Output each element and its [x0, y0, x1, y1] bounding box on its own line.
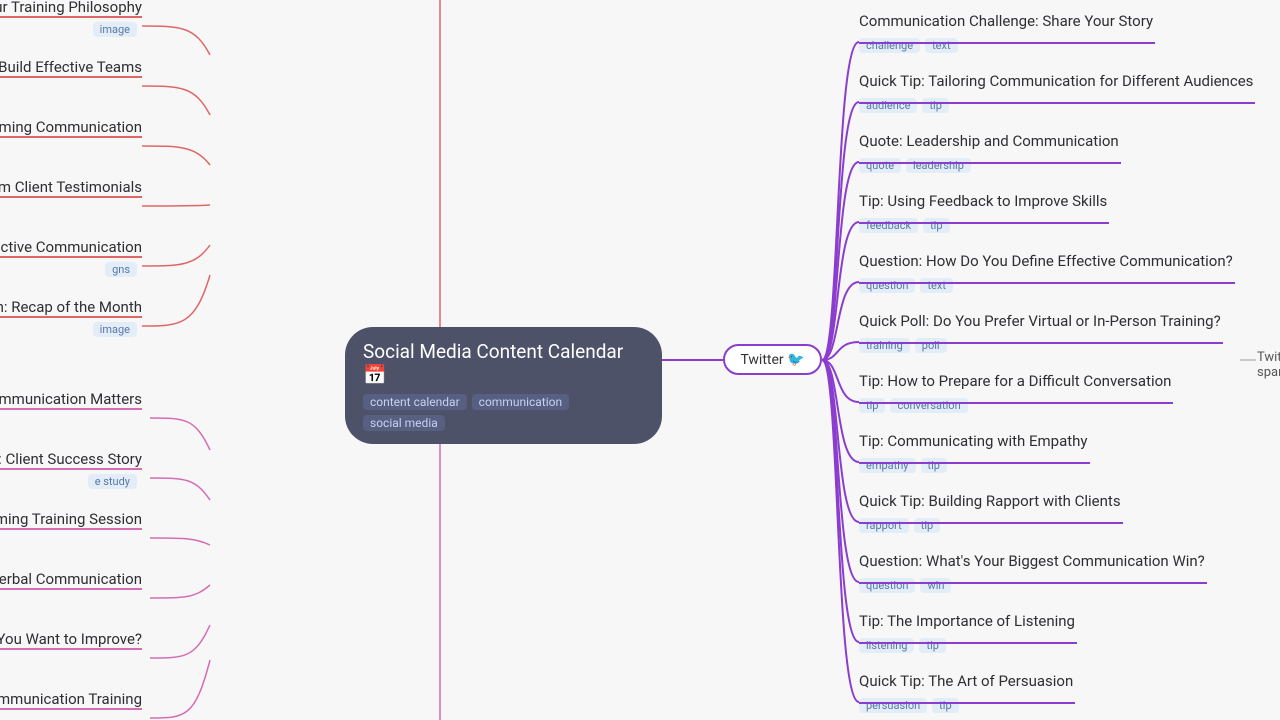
item-title: Quick Tip: Tailoring Communication for D…	[859, 72, 1253, 90]
twitter-label: Twitter 🐦	[740, 352, 804, 368]
item-title: n: Recap of the Month	[0, 298, 142, 316]
tag: image	[93, 322, 137, 337]
mindmap-item[interactable]: ur Training Philosophyimage	[0, 0, 150, 4]
tag: rapport	[859, 518, 909, 533]
tag: persuasion	[859, 698, 927, 713]
item-title: Do You Want to Improve?	[0, 630, 142, 648]
mindmap-item[interactable]: rming Communication	[0, 118, 150, 124]
mindmap-item[interactable]: Communication Challenge: Share Your Stor…	[859, 12, 1153, 59]
tag: tip	[923, 218, 949, 233]
tag: listening	[859, 638, 914, 653]
tag: training	[859, 338, 910, 353]
tag: text	[920, 278, 953, 293]
mindmap-item[interactable]: Tip: Using Feedback to Improve Skills fee…	[859, 192, 1107, 239]
item-title: Question: How Do You Define Effective Co…	[859, 252, 1233, 270]
center-tags: content calendar communication social me…	[363, 394, 644, 431]
mindmap-item[interactable]: coming Training Session	[0, 510, 150, 516]
tag: leadership	[906, 158, 971, 173]
item-title: Quote: Leadership and Communication	[859, 132, 1119, 150]
tag: tip	[922, 98, 948, 113]
tag: challenge	[859, 38, 920, 53]
mindmap-item[interactable]: Quick Tip: The Art of Persuasion persuasi…	[859, 672, 1073, 719]
mindmap-item[interactable]: Communication Matters	[0, 390, 150, 396]
mindmap-item[interactable]: Quick Tip: Tailoring Communication for D…	[859, 72, 1253, 119]
tag: tip	[919, 638, 945, 653]
mindmap-item[interactable]: om Client Testimonials	[0, 178, 150, 184]
item-title: ective Communication	[0, 238, 142, 256]
mindmap-item[interactable]: dy: Client Success Storye study	[0, 450, 150, 456]
mindmap-item[interactable]: ective Communicationgns	[0, 238, 150, 244]
center-title: Social Media Content Calendar 📅	[363, 340, 644, 386]
mindmap-item[interactable]: Tip: Communicating with Empathy empathy ti…	[859, 432, 1088, 479]
tag: content calendar	[363, 394, 467, 410]
item-title: Tip: Communicating with Empathy	[859, 432, 1088, 450]
mindmap-item[interactable]: Do You Want to Improve?	[0, 630, 150, 636]
item-title: Tip: How to Prepare for a Difficult Conv…	[859, 372, 1171, 390]
item-title: -Verbal Communication	[0, 570, 142, 588]
tag: communication	[472, 394, 569, 410]
tag: feedback	[859, 218, 918, 233]
tag: image	[93, 22, 137, 37]
item-title: om Client Testimonials	[0, 178, 142, 196]
item-title: Communication Training	[0, 690, 142, 708]
mindmap-item[interactable]: Tip: The Importance of Listening listenin…	[859, 612, 1075, 659]
tag: tip	[914, 518, 940, 533]
item-title: Quick Poll: Do You Prefer Virtual or In-…	[859, 312, 1221, 330]
item-title: ur Training Philosophy	[0, 0, 142, 16]
tag: question	[859, 278, 915, 293]
tag: question	[859, 578, 915, 593]
mindmap-item[interactable]: Communication Training	[0, 690, 150, 696]
tag: gns	[105, 262, 137, 277]
tag: quote	[859, 158, 901, 173]
item-title: rming Communication	[0, 118, 142, 136]
tag: empathy	[859, 458, 916, 473]
item-title: Question: What's Your Biggest Communicat…	[859, 552, 1205, 570]
tag: audience	[859, 98, 917, 113]
tag: conversation	[890, 398, 967, 413]
mindmap-item[interactable]: n: Recap of the Monthimage	[0, 298, 150, 304]
tag: social media	[363, 415, 445, 431]
mindmap-item[interactable]: Quick Poll: Do You Prefer Virtual or In-…	[859, 312, 1221, 359]
tag: e study	[88, 474, 137, 489]
mindmap-item[interactable]: -Verbal Communication	[0, 570, 150, 576]
item-title: Tip: Using Feedback to Improve Skills	[859, 192, 1107, 210]
tag: tip	[932, 698, 958, 713]
mindmap-item[interactable]: Question: How Do You Define Effective Co…	[859, 252, 1233, 299]
twitter-node[interactable]: Twitter 🐦	[723, 344, 822, 375]
item-title: Quick Tip: Building Rapport with Clients	[859, 492, 1121, 510]
cropped-text: Twit spar	[1257, 350, 1280, 380]
mindmap-item[interactable]: Tip: How to Prepare for a Difficult Conv…	[859, 372, 1171, 419]
mindmap-item[interactable]: o Build Effective Teams	[0, 58, 150, 64]
tag: win	[920, 578, 951, 593]
item-title: coming Training Session	[0, 510, 142, 528]
tag: tip	[921, 458, 947, 473]
item-title: Quick Tip: The Art of Persuasion	[859, 672, 1073, 690]
mindmap-item[interactable]: Question: What's Your Biggest Communicat…	[859, 552, 1205, 599]
item-title: Communication Matters	[0, 390, 142, 408]
mindmap-item[interactable]: Quick Tip: Building Rapport with Clients…	[859, 492, 1121, 539]
center-node[interactable]: Social Media Content Calendar 📅 content …	[345, 327, 662, 444]
item-title: Communication Challenge: Share Your Stor…	[859, 12, 1153, 30]
tag: tip	[859, 398, 885, 413]
mindmap-item[interactable]: Quote: Leadership and Communication quote…	[859, 132, 1119, 179]
tag: text	[925, 38, 958, 53]
item-title: dy: Client Success Story	[0, 450, 142, 468]
tag: poll	[915, 338, 947, 353]
item-title: o Build Effective Teams	[0, 58, 142, 76]
item-title: Tip: The Importance of Listening	[859, 612, 1075, 630]
